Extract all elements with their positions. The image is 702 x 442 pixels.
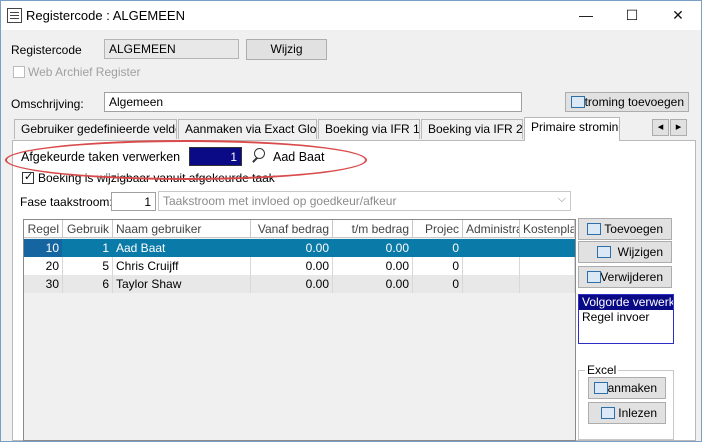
tab-boeking-ifr-2[interactable]: Boeking via IFR 2/2: [421, 119, 523, 139]
tab-aanmaken-exact[interactable]: Aanmaken via Exact Globe: [178, 119, 317, 139]
table-row[interactable]: 10 1 Aad Baat 0.00 0.00 0: [24, 239, 575, 257]
registercode-window: Registercode : ALGEMEEN — ☐ ✕ Registerco…: [0, 0, 702, 442]
cell-administratie: [463, 257, 520, 275]
cell-administratie: [463, 275, 520, 293]
verwijderen-button[interactable]: Verwijderen: [578, 266, 672, 288]
order-list[interactable]: Volgorde verwerking Regel invoer: [578, 294, 674, 344]
cell-tm: 0.00: [333, 275, 413, 293]
checkmark-icon: ✓: [24, 171, 34, 183]
inlezen-label: Inlezen: [618, 406, 657, 420]
toevoegen-button[interactable]: Toevoegen: [578, 218, 672, 240]
inlezen-button[interactable]: Inlezen: [588, 402, 666, 424]
cell-naam: Aad Baat: [113, 239, 251, 257]
cell-regel: 20: [24, 257, 63, 275]
stroming-toevoegen-button[interactable]: Stroming toevoegen: [565, 92, 689, 112]
list-item[interactable]: Regel invoer: [579, 310, 673, 325]
stroming-icon: [571, 96, 585, 108]
cell-tm: 0.00: [333, 239, 413, 257]
fase-desc: Taakstroom met invloed op goedkeur/afkeu…: [163, 194, 397, 208]
col-tm-bedrag[interactable]: t/m bedrag: [333, 220, 413, 238]
table-row[interactable]: 20 5 Chris Cruijff 0.00 0.00 0: [24, 257, 575, 275]
cell-vanaf: 0.00: [251, 257, 333, 275]
fase-field[interactable]: 1: [111, 192, 156, 211]
boeking-wijzigbaar-checkbox[interactable]: ✓: [22, 171, 34, 184]
cell-regel: 30: [24, 275, 63, 293]
tab-scroll-right-button[interactable]: ▸: [670, 119, 687, 136]
web-archief-label: Web Archief Register: [28, 65, 141, 79]
close-button[interactable]: ✕: [655, 1, 701, 30]
highlight-annotation: [5, 140, 367, 180]
import-icon: [601, 407, 615, 419]
cell-administratie: [463, 239, 520, 257]
cell-tm: 0.00: [333, 257, 413, 275]
edit-icon: [597, 246, 611, 258]
tab-gebruiker-velden[interactable]: Gebruiker gedefinieerde velden: [14, 119, 177, 139]
minimize-button[interactable]: —: [563, 1, 609, 30]
col-regel[interactable]: Regel: [24, 220, 63, 238]
cell-naam: Chris Cruijff: [113, 257, 251, 275]
registercode-label: Registercode: [11, 43, 82, 57]
tab-boeking-ifr-1[interactable]: Boeking via IFR 1/2: [318, 119, 420, 139]
aanmaken-button[interactable]: Aanmaken: [588, 377, 666, 399]
excel-label: Excel: [585, 363, 619, 377]
fase-label: Fase taakstroom:: [20, 195, 113, 209]
table-row[interactable]: 30 6 Taylor Shaw 0.00 0.00 0: [24, 275, 575, 293]
toevoegen-label: Toevoegen: [604, 222, 663, 236]
chevron-down-icon: ⌵: [557, 193, 566, 205]
delete-icon: [587, 271, 601, 283]
list-item[interactable]: Volgorde verwerking: [579, 295, 673, 310]
app-icon: [7, 8, 22, 23]
col-kostenplaats[interactable]: Kostenpla: [520, 220, 575, 238]
wijzigen-button[interactable]: Wijzigen: [578, 241, 672, 263]
col-naam-gebruiker[interactable]: Naam gebruiker: [113, 220, 251, 238]
tab-scroll-left-button[interactable]: ◂: [652, 119, 669, 136]
add-icon: [587, 223, 601, 235]
window-title: Registercode : ALGEMEEN: [26, 8, 185, 23]
cell-project: 0: [413, 239, 463, 257]
cell-gebruiker: 5: [63, 257, 113, 275]
omschrijving-field[interactable]: Algemeen: [104, 92, 522, 112]
cell-gebruiker: 6: [63, 275, 113, 293]
col-vanaf-bedrag[interactable]: Vanaf bedrag: [251, 220, 333, 238]
tab-primaire-stroming[interactable]: Primaire stroming: [524, 117, 620, 141]
stroming-toevoegen-label: Stroming toevoegen: [576, 95, 684, 109]
cell-gebruiker: 1: [63, 239, 113, 257]
cell-kostenplaats: [520, 275, 575, 293]
user-grid: Regel Gebruik Naam gebruiker Vanaf bedra…: [23, 219, 576, 441]
grid-header: Regel Gebruik Naam gebruiker Vanaf bedra…: [24, 220, 575, 238]
wijzig-button[interactable]: Wijzig: [246, 39, 327, 60]
maximize-button[interactable]: ☐: [609, 1, 655, 30]
fase-select[interactable]: Taakstroom met invloed op goedkeur/afkeu…: [158, 191, 571, 211]
cell-vanaf: 0.00: [251, 239, 333, 257]
omschrijving-label: Omschrijving:: [11, 97, 84, 111]
registercode-field[interactable]: ALGEMEEN: [104, 39, 239, 59]
cell-naam: Taylor Shaw: [113, 275, 251, 293]
col-administratie[interactable]: Administra: [463, 220, 520, 238]
cell-regel: 10: [24, 239, 63, 257]
cell-project: 0: [413, 275, 463, 293]
cell-vanaf: 0.00: [251, 275, 333, 293]
export-icon: [594, 382, 608, 394]
col-project[interactable]: Projec: [413, 220, 463, 238]
verwijderen-label: Verwijderen: [600, 270, 663, 284]
cell-project: 0: [413, 257, 463, 275]
wijzigen-label: Wijzigen: [617, 245, 663, 259]
aanmaken-label: Aanmaken: [599, 381, 657, 395]
cell-kostenplaats: [520, 257, 575, 275]
web-archief-checkbox[interactable]: [13, 66, 25, 78]
title-bar: Registercode : ALGEMEEN — ☐ ✕: [1, 1, 701, 30]
col-gebruiker[interactable]: Gebruik: [63, 220, 113, 238]
cell-kostenplaats: [520, 239, 575, 257]
